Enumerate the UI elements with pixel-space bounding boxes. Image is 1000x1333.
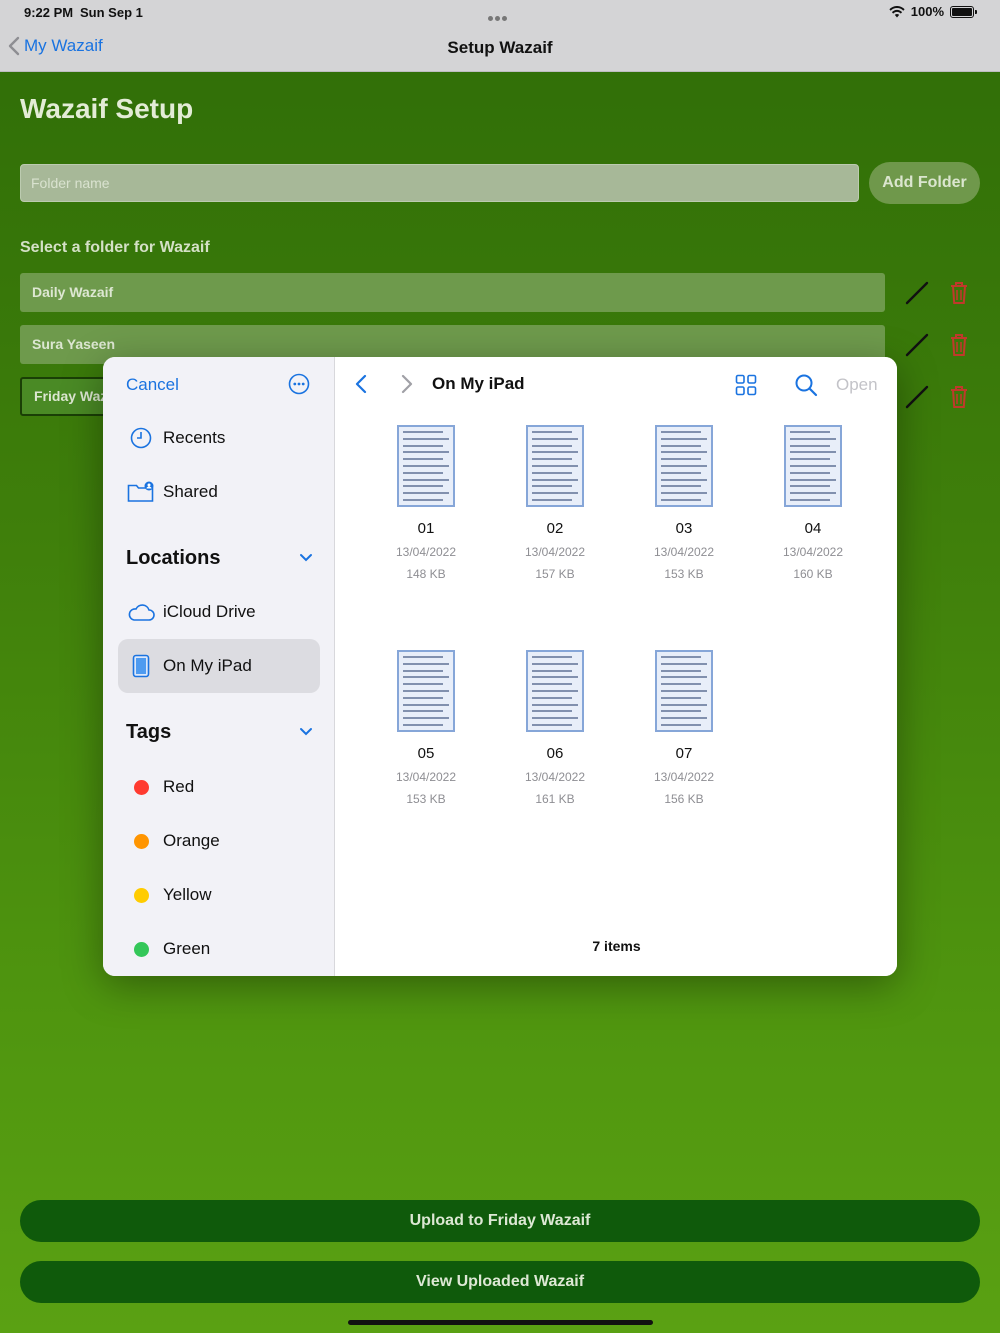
file-size: 160 KB <box>793 567 833 581</box>
sidebar-tag-green[interactable]: Green <box>118 922 320 976</box>
status-right: 100% <box>889 4 977 19</box>
select-folder-label: Select a folder for Wazaif <box>20 239 210 256</box>
locations-heading: Locations <box>126 547 221 569</box>
battery-icon <box>950 5 977 18</box>
file-size: 161 KB <box>535 792 575 806</box>
sidebar-item-shared[interactable]: Shared <box>118 465 320 519</box>
sidebar-item-icloud-drive[interactable]: iCloud Drive <box>118 585 320 639</box>
open-button[interactable]: Open <box>836 375 878 395</box>
file-item[interactable]: 07 13/04/2022 156 KB <box>629 650 739 806</box>
sidebar-item-label: Orange <box>163 831 220 850</box>
file-name: 07 <box>675 745 693 762</box>
edit-pencil-icon[interactable] <box>904 384 930 410</box>
search-icon[interactable] <box>794 373 818 397</box>
file-date: 13/04/2022 <box>395 545 457 559</box>
add-folder-button[interactable]: Add Folder <box>869 162 980 204</box>
multitasking-dots-icon[interactable] <box>488 9 512 21</box>
sidebar-item-on-my-ipad[interactable]: On My iPad <box>118 639 320 693</box>
sidebar-item-label: Red <box>163 777 195 796</box>
file-size: 157 KB <box>535 567 575 581</box>
folder-row-daily-wazaif[interactable]: Daily Wazaif <box>20 273 885 312</box>
file-size: 148 KB <box>406 567 446 581</box>
delete-trash-icon[interactable] <box>946 332 972 358</box>
navigation-bar: My Wazaif Setup Wazaif <box>0 26 1000 72</box>
location-title: On My iPad <box>432 374 525 393</box>
sidebar-item-label: Shared <box>163 482 218 501</box>
file-name: 05 <box>417 745 435 762</box>
view-uploaded-button[interactable]: View Uploaded Wazaif <box>20 1261 980 1303</box>
upload-button[interactable]: Upload to Friday Wazaif <box>20 1200 980 1242</box>
shared-folder-icon <box>127 481 154 502</box>
sidebar-item-label: Yellow <box>163 885 212 904</box>
document-thumbnail-icon <box>655 650 713 732</box>
folder-name-input[interactable]: Folder name <box>20 164 859 202</box>
sidebar-item-label: Green <box>163 939 211 958</box>
sidebar-item-label: iCloud Drive <box>163 602 256 621</box>
chevron-down-icon[interactable] <box>299 553 313 563</box>
file-item[interactable]: 04 13/04/2022 160 KB <box>758 425 868 581</box>
edit-pencil-icon[interactable] <box>904 280 930 306</box>
file-name: 03 <box>675 520 693 537</box>
file-item[interactable]: 01 13/04/2022 148 KB <box>371 425 481 581</box>
delete-trash-icon[interactable] <box>946 384 972 410</box>
sidebar-tag-yellow[interactable]: Yellow <box>118 868 320 922</box>
home-indicator <box>348 1320 653 1325</box>
file-date: 13/04/2022 <box>782 545 844 559</box>
file-size: 156 KB <box>664 792 704 806</box>
file-picker-dialog: Cancel Recents Shared Locations iCloud D… <box>103 357 897 976</box>
file-name: 02 <box>546 520 564 537</box>
page-title: Wazaif Setup <box>20 93 194 124</box>
file-name: 04 <box>804 520 822 537</box>
document-thumbnail-icon <box>526 650 584 732</box>
file-date: 13/04/2022 <box>653 770 715 784</box>
orange-tag-dot-icon <box>133 833 149 849</box>
status-date: Sun Sep 1 <box>80 5 143 20</box>
file-date: 13/04/2022 <box>524 770 586 784</box>
clock-icon <box>130 427 152 449</box>
file-size: 153 KB <box>664 567 704 581</box>
nav-title: Setup Wazaif <box>447 38 553 57</box>
battery-percent: 100% <box>910 4 944 19</box>
document-thumbnail-icon <box>526 425 584 507</box>
document-thumbnail-icon <box>397 425 455 507</box>
file-date: 13/04/2022 <box>524 545 586 559</box>
green-tag-dot-icon <box>133 941 149 957</box>
red-tag-dot-icon <box>133 779 149 795</box>
file-item[interactable]: 06 13/04/2022 161 KB <box>500 650 610 806</box>
file-item[interactable]: 02 13/04/2022 157 KB <box>500 425 610 581</box>
yellow-tag-dot-icon <box>133 887 149 903</box>
file-item[interactable]: 05 13/04/2022 153 KB <box>371 650 481 806</box>
wifi-icon <box>889 5 905 17</box>
more-options-icon[interactable] <box>288 373 310 395</box>
sidebar-tag-orange[interactable]: Orange <box>118 814 320 868</box>
document-thumbnail-icon <box>655 425 713 507</box>
tags-heading: Tags <box>126 721 172 743</box>
file-size: 153 KB <box>406 792 446 806</box>
chevron-left-icon[interactable] <box>354 374 368 394</box>
cancel-button[interactable]: Cancel <box>126 375 179 395</box>
status-time: 9:22 PM <box>24 5 74 20</box>
sidebar-item-label: Recents <box>163 428 226 447</box>
chevron-right-icon[interactable] <box>400 374 414 394</box>
item-count: 7 items <box>592 938 641 954</box>
cloud-icon <box>128 604 155 621</box>
file-name: 06 <box>546 745 564 762</box>
chevron-down-icon[interactable] <box>299 727 313 737</box>
delete-trash-icon[interactable] <box>946 280 972 306</box>
ipad-icon <box>132 654 150 678</box>
file-date: 13/04/2022 <box>653 545 715 559</box>
file-item[interactable]: 03 13/04/2022 153 KB <box>629 425 739 581</box>
status-bar: 9:22 PM Sun Sep 1 100% <box>0 0 1000 26</box>
picker-sidebar: Cancel Recents Shared Locations iCloud D… <box>103 357 335 976</box>
document-thumbnail-icon <box>784 425 842 507</box>
sidebar-item-recents[interactable]: Recents <box>118 411 320 465</box>
file-date: 13/04/2022 <box>395 770 457 784</box>
picker-file-browser: On My iPad Open 01 13/04/2022 148 KB 02 … <box>336 357 897 976</box>
sidebar-item-label: On My iPad <box>163 656 252 675</box>
grid-view-icon[interactable] <box>735 374 757 396</box>
sidebar-tag-red[interactable]: Red <box>118 760 320 814</box>
file-name: 01 <box>417 520 435 537</box>
document-thumbnail-icon <box>397 650 455 732</box>
edit-pencil-icon[interactable] <box>904 332 930 358</box>
